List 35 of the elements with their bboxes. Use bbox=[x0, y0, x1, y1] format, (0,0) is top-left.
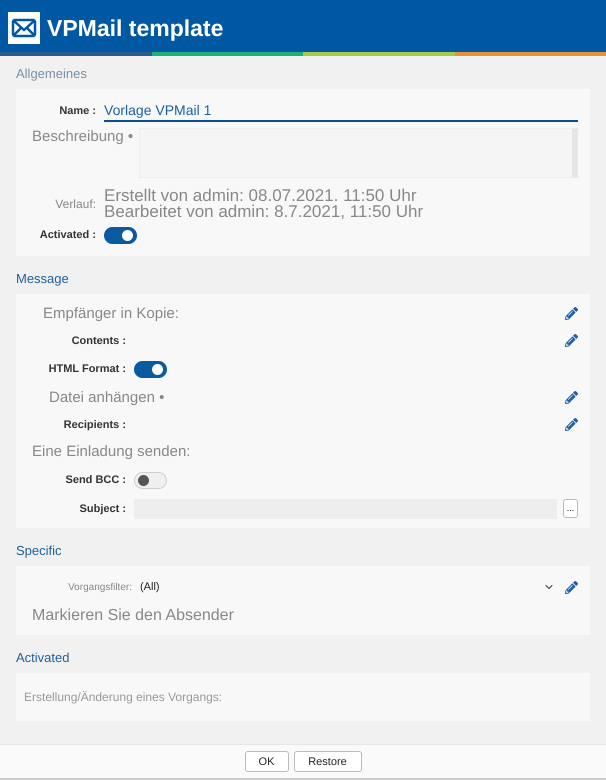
field-label: Activated : bbox=[38, 229, 97, 241]
section-heading: Markieren Sie den Absender bbox=[32, 606, 234, 626]
section-heading: Eine Einladung senden: bbox=[32, 442, 190, 462]
pencil-icon[interactable] bbox=[565, 334, 578, 347]
pencil-icon[interactable] bbox=[565, 418, 578, 431]
condition-text: Erstellung/Änderung eines Vorgangs: bbox=[24, 689, 224, 706]
ok-button[interactable]: OK bbox=[244, 751, 288, 772]
field-label: Contents : bbox=[70, 334, 127, 346]
toggle-switch[interactable] bbox=[134, 360, 167, 378]
field-label: Send BCC : bbox=[64, 474, 127, 486]
history-line: Bearbeitet von admin: 8.7.2021, 11:50 Uhr bbox=[104, 204, 424, 220]
pencil-icon[interactable] bbox=[565, 580, 578, 594]
section-heading: Datei anhängen • bbox=[49, 388, 164, 408]
field-label: Subject : bbox=[78, 502, 127, 514]
window-title: VPMail template bbox=[47, 14, 224, 42]
field-label: Verlauf: bbox=[54, 197, 97, 211]
browse-button[interactable]: ... bbox=[563, 499, 578, 518]
name-input[interactable]: Vorlage VPMail 1 bbox=[104, 100, 578, 122]
filter-dropdown[interactable]: (All) bbox=[140, 581, 543, 593]
pencil-icon[interactable] bbox=[565, 307, 578, 320]
field-label: HTML Format : bbox=[48, 363, 127, 375]
section-title: Allgemeines bbox=[16, 66, 87, 81]
toggle-switch[interactable] bbox=[104, 226, 137, 244]
section-title: Activated bbox=[16, 650, 70, 665]
field-label: Beschreibung • bbox=[32, 128, 134, 147]
section-heading: Empfänger in Kopie: bbox=[43, 304, 179, 324]
section-title: Specific bbox=[16, 543, 62, 558]
pencil-icon[interactable] bbox=[565, 391, 578, 404]
mail-icon bbox=[8, 12, 40, 44]
field-label: Name : bbox=[58, 104, 97, 116]
field-label: Vorgangsfilter: bbox=[67, 582, 133, 592]
history-line: Erstellt von admin: 08.07.2021. 11:50 Uhr bbox=[104, 188, 416, 204]
field-label: Recipients : bbox=[62, 418, 127, 430]
restore-button[interactable]: Restore bbox=[294, 751, 362, 772]
section-title: Message bbox=[16, 271, 69, 286]
